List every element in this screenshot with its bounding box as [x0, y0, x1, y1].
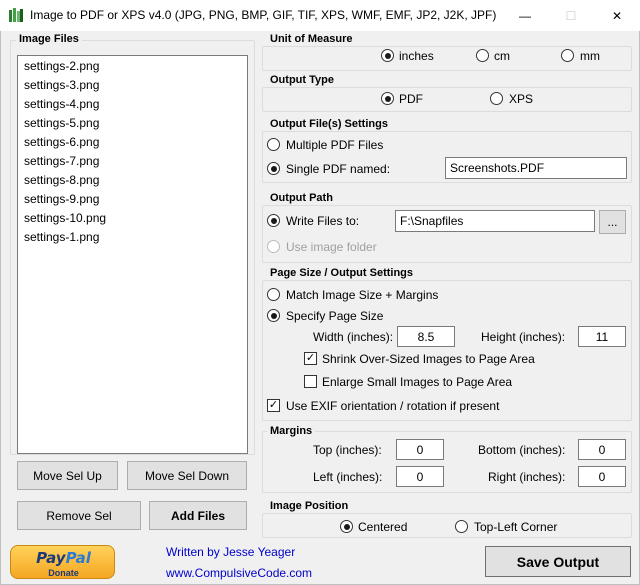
single-pdf-filename-input[interactable]: Screenshots.PDF [445, 157, 627, 179]
list-item[interactable]: settings-2.png [24, 59, 99, 73]
enlarge-checkbox[interactable] [304, 375, 317, 388]
unit-cm-radio[interactable] [476, 49, 489, 62]
list-item[interactable]: settings-1.png [24, 230, 99, 244]
list-item[interactable]: settings-10.png [24, 211, 106, 225]
move-sel-down-button[interactable]: Move Sel Down [127, 461, 247, 490]
window-title: Image to PDF or XPS v4.0 (JPG, PNG, BMP,… [30, 8, 497, 22]
top-left-corner-label[interactable]: Top-Left Corner [474, 520, 557, 534]
use-image-folder-label: Use image folder [286, 240, 377, 254]
maximize-button: ☐ [548, 0, 594, 31]
add-files-button[interactable]: Add Files [149, 501, 247, 530]
match-image-size-radio[interactable] [267, 288, 280, 301]
output-type-title: Output Type [267, 74, 337, 86]
image-position-group [262, 513, 632, 538]
list-item[interactable]: settings-7.png [24, 154, 99, 168]
save-output-button[interactable]: Save Output [485, 546, 631, 577]
paypal-logo-pay: Pay [36, 549, 66, 567]
height-label: Height (inches): [481, 330, 566, 344]
list-item[interactable]: settings-9.png [24, 192, 99, 206]
browse-icon: ... [607, 215, 618, 229]
shrink-label[interactable]: Shrink Over-Sized Images to Page Area [322, 352, 535, 366]
top-margin-label: Top (inches): [313, 443, 382, 457]
output-type-group [262, 87, 632, 112]
paypal-logo-pal: Pal [65, 549, 91, 567]
output-xps-radio[interactable] [490, 92, 503, 105]
unit-mm-label[interactable]: mm [580, 49, 600, 63]
width-label: Width (inches): [313, 330, 394, 344]
list-item[interactable]: settings-4.png [24, 97, 99, 111]
multiple-pdf-radio[interactable] [267, 138, 280, 151]
centered-radio[interactable] [340, 520, 353, 533]
left-margin-input[interactable]: 0 [396, 466, 444, 487]
single-pdf-label[interactable]: Single PDF named: [286, 162, 390, 176]
unit-cm-label[interactable]: cm [494, 49, 510, 63]
exif-checkbox[interactable]: ✓ [267, 399, 280, 412]
width-input[interactable]: 8.5 [397, 326, 455, 347]
page-size-title: Page Size / Output Settings [267, 267, 417, 279]
output-pdf-label[interactable]: PDF [399, 92, 423, 106]
output-xps-label[interactable]: XPS [509, 92, 533, 106]
output-pdf-radio[interactable] [381, 92, 394, 105]
website-link[interactable]: www.CompulsiveCode.com [166, 566, 312, 580]
top-margin-input[interactable]: 0 [396, 439, 444, 460]
image-files-title: Image Files [16, 33, 82, 45]
unit-inches-label[interactable]: inches [399, 49, 434, 63]
minimize-icon: — [519, 8, 531, 23]
unit-mm-radio[interactable] [561, 49, 574, 62]
bottom-margin-input[interactable]: 0 [578, 439, 626, 460]
image-file-list[interactable]: settings-2.png settings-3.png settings-4… [17, 55, 248, 454]
paypal-donate-text: Donate [48, 568, 79, 578]
shrink-checkbox[interactable]: ✓ [304, 352, 317, 365]
app-icon [9, 8, 23, 22]
paypal-logo: PayPal [11, 549, 116, 567]
output-path-title: Output Path [267, 192, 336, 204]
output-path-input[interactable]: F:\Snapfiles [395, 210, 595, 232]
list-item[interactable]: settings-6.png [24, 135, 99, 149]
unit-inches-radio[interactable] [381, 49, 394, 62]
list-item[interactable]: settings-8.png [24, 173, 99, 187]
use-image-folder-radio [267, 240, 280, 253]
unit-of-measure-title: Unit of Measure [267, 33, 356, 45]
specify-page-size-radio[interactable] [267, 309, 280, 322]
image-position-title: Image Position [267, 500, 352, 512]
browse-button[interactable]: ... [599, 210, 626, 234]
multiple-pdf-label[interactable]: Multiple PDF Files [286, 138, 383, 152]
exif-label[interactable]: Use EXIF orientation / rotation if prese… [286, 399, 499, 413]
list-item[interactable]: settings-3.png [24, 78, 99, 92]
margins-title: Margins [267, 425, 316, 437]
remove-sel-button[interactable]: Remove Sel [17, 501, 141, 530]
close-icon: ✕ [611, 8, 623, 23]
unit-of-measure-group [262, 46, 632, 71]
paypal-donate-button[interactable]: PayPal Donate [10, 545, 115, 579]
left-margin-label: Left (inches): [313, 470, 383, 484]
move-sel-up-button[interactable]: Move Sel Up [17, 461, 118, 490]
specify-page-size-label[interactable]: Specify Page Size [286, 309, 383, 323]
maximize-icon: ☐ [565, 8, 577, 23]
author-link[interactable]: Written by Jesse Yeager [166, 545, 295, 559]
top-left-corner-radio[interactable] [455, 520, 468, 533]
title-bar[interactable]: Image to PDF or XPS v4.0 (JPG, PNG, BMP,… [0, 0, 640, 31]
minimize-button[interactable]: — [502, 0, 548, 31]
write-files-radio[interactable] [267, 214, 280, 227]
match-image-size-label[interactable]: Match Image Size + Margins [286, 288, 438, 302]
right-margin-input[interactable]: 0 [578, 466, 626, 487]
single-pdf-radio[interactable] [267, 162, 280, 175]
write-files-label[interactable]: Write Files to: [286, 214, 359, 228]
right-margin-label: Right (inches): [488, 470, 566, 484]
output-file-settings-title: Output File(s) Settings [267, 118, 391, 130]
centered-label[interactable]: Centered [358, 520, 407, 534]
close-button[interactable]: ✕ [594, 0, 640, 31]
bottom-margin-label: Bottom (inches): [478, 443, 566, 457]
enlarge-label[interactable]: Enlarge Small Images to Page Area [322, 375, 512, 389]
height-input[interactable]: 11 [578, 326, 626, 347]
list-item[interactable]: settings-5.png [24, 116, 99, 130]
